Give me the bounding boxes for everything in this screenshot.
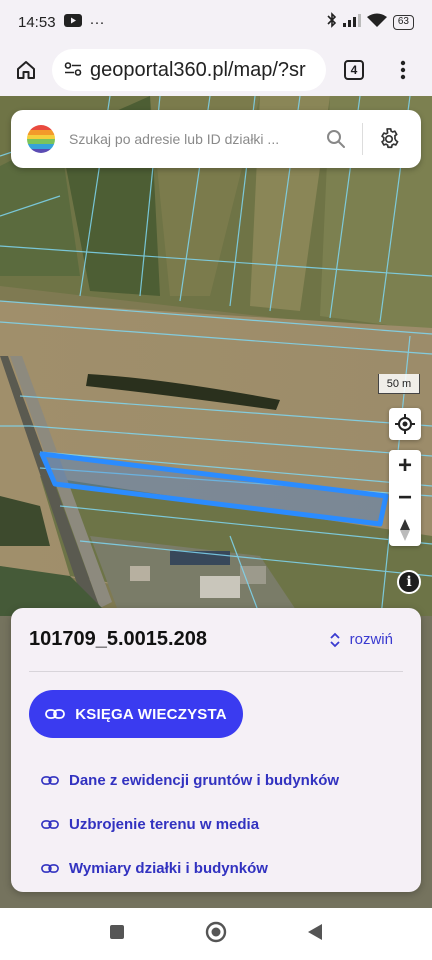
search-button[interactable] — [318, 121, 354, 157]
gear-icon — [381, 128, 399, 149]
map-search-bar — [11, 110, 421, 168]
signal-icon — [342, 13, 361, 31]
land-register-button[interactable]: KSIĘGA WIECZYSTA — [29, 690, 243, 738]
address-bar[interactable]: geoportal360.pl/map/?sr — [52, 49, 326, 91]
link-land-registry-data[interactable]: Dane z ewidencji gruntów i budynków — [41, 758, 339, 802]
parcel-id: 101709_5.0015.208 — [29, 628, 207, 650]
triangle-back-icon — [308, 923, 322, 940]
home-nav-button[interactable] — [205, 921, 227, 948]
unfold-icon — [330, 632, 340, 647]
more-vertical-icon — [400, 60, 406, 80]
bluetooth-icon — [327, 12, 337, 32]
link-utilities[interactable]: Uzbrojenie terenu w media — [41, 802, 339, 846]
map-scale: 50 m — [378, 374, 420, 394]
wifi-icon — [366, 13, 387, 32]
youtube-icon — [63, 13, 82, 31]
square-icon — [110, 924, 124, 939]
system-nav-bar — [0, 908, 432, 960]
link-dimensions[interactable]: Wymiary działki i budynków — [41, 846, 339, 890]
status-bar: 14:53 ··· 63 — [0, 0, 432, 44]
settings-button[interactable] — [371, 121, 407, 157]
expand-button[interactable]: rozwiń — [330, 631, 393, 648]
browser-menu-button[interactable] — [380, 44, 426, 96]
browser-toolbar: geoportal360.pl/map/?sr 4 — [0, 44, 432, 96]
expand-label: rozwiń — [349, 631, 393, 648]
land-register-label: KSIĘGA WIECZYSTA — [75, 705, 227, 723]
parcel-info-card: 101709_5.0015.208 rozwiń KSIĘGA WIECZYST… — [11, 608, 421, 892]
home-icon — [17, 61, 35, 79]
link-label: Wymiary działki i budynków — [69, 859, 268, 877]
map-view[interactable]: 50 m + − i 101709_5.0015.208 rozwiń KSIĘ… — [0, 96, 432, 908]
zoom-controls: + − — [389, 450, 421, 546]
link-label: Dane z ewidencji gruntów i budynków — [69, 771, 340, 789]
search-divider — [362, 123, 363, 155]
card-header: 101709_5.0015.208 rozwiń — [29, 608, 403, 672]
search-icon — [327, 130, 345, 148]
zoom-in-button[interactable]: + — [389, 450, 421, 482]
circle-icon — [205, 921, 227, 942]
home-button[interactable] — [0, 44, 52, 96]
info-button[interactable]: i — [397, 570, 421, 594]
geoportal-logo — [27, 125, 55, 153]
tab-count: 4 — [344, 60, 364, 80]
search-input[interactable] — [69, 131, 318, 147]
parcel-links: Dane z ewidencji gruntów i budynków Uzbr… — [41, 758, 339, 890]
status-time: 14:53 — [18, 13, 56, 31]
link-icon — [45, 709, 66, 719]
locate-me-button[interactable] — [389, 408, 421, 440]
link-icon — [41, 775, 59, 785]
compass-button[interactable] — [389, 514, 421, 546]
link-icon — [41, 863, 59, 873]
crosshair-icon — [395, 414, 415, 434]
site-settings-icon[interactable] — [64, 59, 82, 82]
link-icon — [41, 819, 59, 829]
back-button[interactable] — [307, 923, 323, 946]
battery-icon: 63 — [392, 14, 414, 30]
compass-icon — [400, 519, 410, 541]
link-label: Uzbrojenie terenu w media — [69, 815, 260, 833]
more-notifications-icon: ··· — [89, 13, 105, 31]
recents-button[interactable] — [109, 924, 125, 945]
url-text: geoportal360.pl/map/?sr — [90, 58, 306, 81]
zoom-out-button[interactable]: − — [389, 482, 421, 514]
tab-switcher-button[interactable]: 4 — [328, 44, 380, 96]
